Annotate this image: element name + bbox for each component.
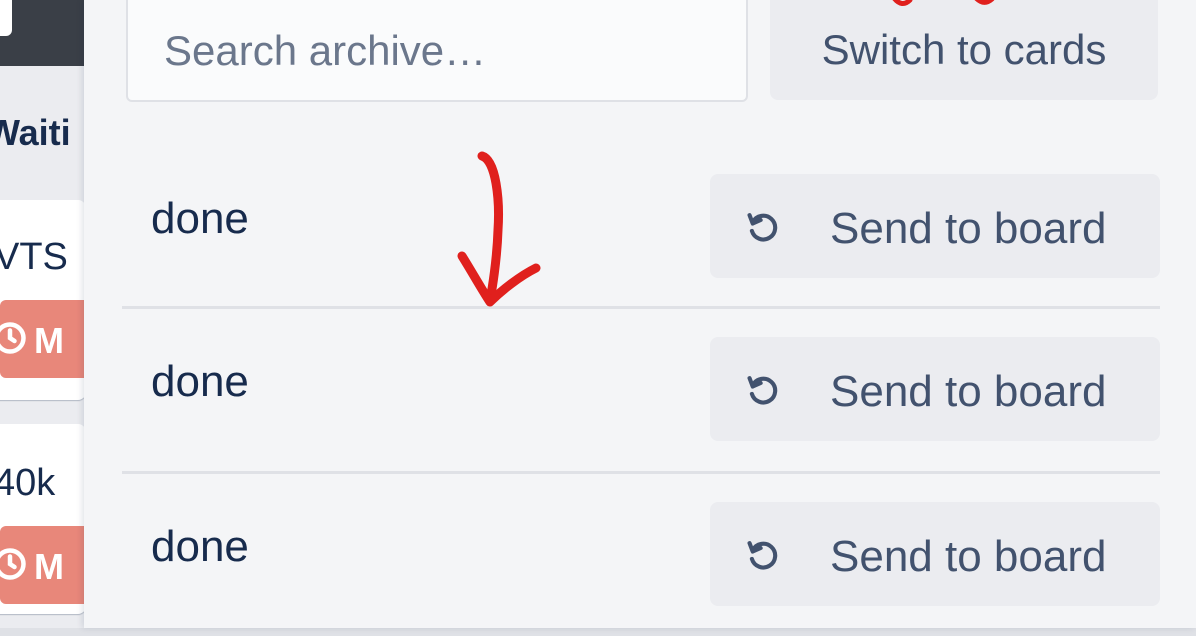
send-to-board-label: Send to board [830, 367, 1107, 416]
send-to-board-button[interactable]: Send to board [710, 502, 1160, 606]
list-title[interactable]: Waiti [0, 112, 71, 154]
card-title: 40k [0, 462, 56, 504]
restore-icon [747, 541, 778, 570]
board-card[interactable]: VTS M [0, 200, 84, 400]
header-chip[interactable] [0, 0, 12, 36]
clock-icon [0, 322, 26, 354]
send-to-board-button[interactable]: Send to board [710, 174, 1160, 278]
search-archive-input[interactable] [126, 0, 748, 102]
send-to-board-label: Send to board [830, 204, 1107, 253]
clock-icon [0, 548, 26, 580]
due-date-text: M [34, 320, 64, 361]
send-to-board-label: Send to board [830, 532, 1107, 581]
card-title: VTS [0, 236, 68, 278]
archived-items-list: done Send to board done Send to board do… [122, 146, 1160, 636]
list-item: done Send to board [122, 306, 1160, 471]
due-date-badge[interactable]: M [0, 300, 84, 378]
list-item: done Send to board [122, 146, 1160, 306]
restore-icon [747, 376, 778, 405]
due-date-badge[interactable]: M [0, 526, 84, 604]
archive-panel: Switch to cards done Send to board done … [84, 0, 1196, 628]
board-list-partial: Waiti VTS M 40k M [0, 0, 84, 628]
archived-item-title[interactable]: done [151, 522, 249, 572]
board-card[interactable]: 40k M [0, 424, 84, 614]
restore-icon [747, 213, 778, 242]
switch-to-cards-button[interactable]: Switch to cards [770, 0, 1158, 100]
list-item: done Send to board [122, 471, 1160, 636]
archived-item-title[interactable]: done [151, 194, 249, 244]
board-header-bar [0, 0, 84, 66]
send-to-board-button[interactable]: Send to board [710, 337, 1160, 441]
archived-item-title[interactable]: done [151, 357, 249, 407]
due-date-text: M [34, 546, 64, 587]
